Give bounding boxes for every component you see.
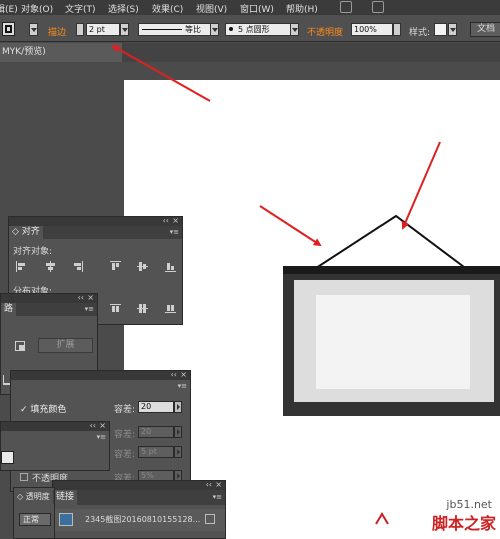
close-icon[interactable]: × bbox=[180, 370, 187, 379]
panel-menu-icon[interactable]: ▾≡ bbox=[178, 382, 187, 390]
stroke-weight-tolerance-arrow[interactable] bbox=[174, 446, 182, 458]
stroke-tolerance-label: 容差: bbox=[114, 430, 136, 440]
arrow-to-string-top bbox=[401, 141, 441, 230]
swatch-field[interactable] bbox=[1, 451, 14, 464]
links-panel: ‹‹ × 链接 ▾≡ 2345截图20160810155128... bbox=[52, 480, 226, 539]
link-row[interactable]: 2345截图20160810155128... bbox=[53, 509, 225, 531]
align-panel-header[interactable]: ‹‹ × bbox=[9, 216, 182, 226]
align-objects-label: 对齐对象: bbox=[13, 247, 53, 257]
collapse-icon[interactable]: ‹‹ bbox=[171, 370, 177, 379]
collapse-icon[interactable]: ‹‹ bbox=[163, 216, 169, 225]
pathfinder-panel-header[interactable]: ‹‹ × bbox=[1, 293, 97, 303]
align-panel-tabbar: ◇ 对齐 ▾≡ bbox=[9, 226, 182, 239]
image-thumbnail-icon bbox=[59, 513, 73, 526]
tab-pathfinder[interactable]: 路 bbox=[1, 303, 17, 316]
tab-transparency-label: 透明度 bbox=[25, 492, 50, 501]
links-panel-tabbar: 链接 ▾≡ bbox=[53, 490, 225, 505]
stroke-tolerance-arrow[interactable] bbox=[174, 426, 182, 438]
magic-wand-panel-header[interactable]: ‹‹ × bbox=[11, 370, 190, 380]
blend-mode-select[interactable]: 正常 bbox=[19, 513, 51, 526]
tab-links[interactable]: 链接 bbox=[53, 490, 78, 505]
stroke-tolerance-field[interactable]: 20 bbox=[138, 426, 174, 438]
stroke-weight-tolerance-label: 容差: bbox=[114, 450, 136, 460]
fill-tolerance-arrow[interactable] bbox=[174, 401, 182, 413]
stroke-weight-tolerance-field[interactable]: 5 pt bbox=[138, 446, 174, 458]
align-left-icon[interactable] bbox=[16, 261, 27, 272]
frame-picture[interactable] bbox=[316, 295, 470, 389]
watermark-brand: 脚本之家 bbox=[431, 514, 496, 533]
distribute-top-icon[interactable] bbox=[110, 303, 121, 314]
transparency-panel: ◇ 透明度 正常 bbox=[13, 487, 55, 539]
arrow-to-stroke-weight bbox=[111, 45, 211, 102]
panel-menu-icon[interactable]: ▾≡ bbox=[170, 228, 179, 236]
panel-menu-icon[interactable]: ▾≡ bbox=[97, 433, 106, 441]
fill-color-checkbox[interactable]: ✓ 填充颜色 bbox=[20, 402, 66, 415]
tab-align[interactable]: ◇ 对齐 bbox=[9, 226, 43, 239]
fill-tolerance-label: 容差: bbox=[114, 405, 136, 415]
frame-top-bar bbox=[283, 266, 500, 274]
align-bottom-icon[interactable] bbox=[165, 261, 176, 272]
panel-menu-icon[interactable]: ▾≡ bbox=[213, 493, 222, 501]
align-vertical-center-icon[interactable] bbox=[137, 261, 148, 272]
arrow-to-string-left bbox=[259, 205, 322, 247]
pathfinder-panel-tabbar: 路 ▾≡ bbox=[1, 303, 97, 316]
collapse-icon[interactable]: ‹‹ bbox=[78, 293, 84, 302]
swatch-panel: ‹‹ × ▾≡ bbox=[0, 421, 110, 471]
tab-align-label: 对齐 bbox=[21, 227, 40, 237]
fill-color-label: 填充颜色 bbox=[30, 405, 67, 415]
collapse-icon[interactable]: ‹‹ bbox=[90, 421, 96, 430]
align-horizontal-center-icon[interactable] bbox=[45, 261, 56, 272]
swatch-panel-tabbar: ▾≡ bbox=[1, 431, 109, 444]
link-info-icon[interactable] bbox=[205, 514, 215, 524]
watermark-logo-icon bbox=[375, 512, 389, 525]
close-icon[interactable]: × bbox=[87, 293, 94, 302]
close-icon[interactable]: × bbox=[215, 480, 222, 489]
panel-menu-icon[interactable]: ▾≡ bbox=[85, 305, 94, 313]
close-icon[interactable]: × bbox=[172, 216, 179, 225]
minus-back-icon[interactable] bbox=[15, 341, 25, 351]
distribute-vertical-center-icon[interactable] bbox=[137, 303, 148, 314]
opacity-checkbox[interactable] bbox=[20, 473, 28, 481]
links-panel-header[interactable]: ‹‹ × bbox=[53, 480, 225, 490]
magic-wand-panel-tabbar: ▾≡ bbox=[11, 380, 190, 393]
collapse-icon[interactable]: ‹‹ bbox=[206, 480, 212, 489]
fill-tolerance-field[interactable]: 20 bbox=[138, 401, 174, 413]
distribute-bottom-icon[interactable] bbox=[165, 303, 176, 314]
transparency-panel-tabbar: ◇ 透明度 bbox=[14, 490, 54, 504]
link-name: 2345截图20160810155128... bbox=[85, 515, 201, 524]
swatch-panel-header[interactable]: ‹‹ × bbox=[1, 421, 109, 431]
tab-transparency[interactable]: ◇ 透明度 bbox=[14, 490, 53, 504]
expand-button[interactable]: 扩展 bbox=[38, 338, 93, 353]
align-right-icon[interactable] bbox=[72, 261, 83, 272]
hanging-string[interactable] bbox=[312, 214, 469, 271]
align-top-icon[interactable] bbox=[110, 261, 121, 272]
close-icon[interactable]: × bbox=[99, 421, 106, 430]
